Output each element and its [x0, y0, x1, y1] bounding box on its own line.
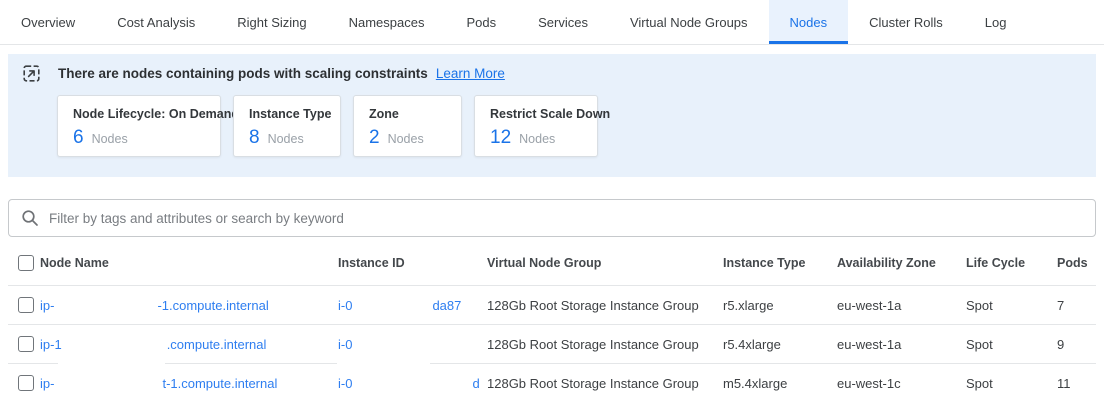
instance-id-link[interactable]: i-0: [338, 337, 352, 352]
table-row[interactable]: ip-1.compute.internal i-0 128Gb Root Sto…: [0, 325, 1104, 363]
instance-type-cell: m5.4xlarge: [723, 376, 837, 391]
column-header-life-cycle[interactable]: Life Cycle: [966, 256, 1057, 270]
select-all-checkbox[interactable]: [18, 255, 34, 271]
banner-message: There are nodes containing pods with sca…: [58, 66, 428, 81]
card-title: Node Lifecycle: On Demand: [73, 107, 205, 121]
tab-right-sizing[interactable]: Right Sizing: [216, 0, 327, 44]
pods-cell: 11: [1057, 376, 1104, 391]
row-checkbox[interactable]: [18, 336, 34, 352]
tab-pods[interactable]: Pods: [445, 0, 517, 44]
column-header-availability-zone[interactable]: Availability Zone: [837, 256, 966, 270]
row-checkbox[interactable]: [18, 297, 34, 313]
instance-id-link[interactable]: i-0da87: [338, 298, 461, 313]
life-cycle-cell: Spot: [966, 376, 1057, 391]
column-header-node-name[interactable]: Node Name: [40, 256, 338, 270]
learn-more-link[interactable]: Learn More: [436, 66, 505, 81]
scaling-constraint-icon: [23, 65, 40, 82]
card-count: 6: [73, 127, 84, 149]
card-title: Restrict Scale Down: [490, 107, 582, 121]
tab-nodes[interactable]: Nodes: [769, 0, 849, 44]
tab-virtual-node-groups[interactable]: Virtual Node Groups: [609, 0, 769, 44]
cluster-tab-bar: Overview Cost Analysis Right Sizing Name…: [0, 0, 1104, 45]
card-title: Zone: [369, 107, 446, 121]
availability-zone-cell: eu-west-1c: [837, 376, 966, 391]
column-header-instance-id[interactable]: Instance ID: [338, 256, 487, 270]
availability-zone-cell: eu-west-1a: [837, 298, 966, 313]
card-count: 2: [369, 127, 380, 149]
column-header-virtual-node-group[interactable]: Virtual Node Group: [487, 256, 723, 270]
availability-zone-cell: eu-west-1a: [837, 337, 966, 352]
constraint-cards: Node Lifecycle: On Demand 6 Nodes Instan…: [57, 95, 1096, 157]
node-name-link[interactable]: ip-1.compute.internal: [40, 337, 266, 352]
tab-cost-analysis[interactable]: Cost Analysis: [96, 0, 216, 44]
card-unit: Nodes: [388, 132, 424, 146]
nodes-table: Node Name Instance ID Virtual Node Group…: [0, 241, 1104, 402]
row-checkbox[interactable]: [18, 375, 34, 391]
filter-search-input[interactable]: [49, 211, 1083, 226]
instance-type-cell: r5.xlarge: [723, 298, 837, 313]
card-unit: Nodes: [92, 132, 128, 146]
life-cycle-cell: Spot: [966, 337, 1057, 352]
tab-namespaces[interactable]: Namespaces: [328, 0, 446, 44]
search-icon: [21, 209, 39, 227]
tab-cluster-rolls[interactable]: Cluster Rolls: [848, 0, 964, 44]
table-row[interactable]: ip--1.compute.internal i-0da87 128Gb Roo…: [0, 286, 1104, 324]
life-cycle-cell: Spot: [966, 298, 1057, 313]
table-row[interactable]: ip-t-1.compute.internal i-0d 128Gb Root …: [0, 364, 1104, 402]
table-header-row: Node Name Instance ID Virtual Node Group…: [0, 241, 1104, 285]
virtual-node-group-cell: 128Gb Root Storage Instance Group: [487, 298, 723, 313]
card-node-lifecycle[interactable]: Node Lifecycle: On Demand 6 Nodes: [57, 95, 221, 157]
pods-cell: 7: [1057, 298, 1104, 313]
filter-search-box[interactable]: [8, 199, 1096, 237]
virtual-node-group-cell: 128Gb Root Storage Instance Group: [487, 337, 723, 352]
column-header-instance-type[interactable]: Instance Type: [723, 256, 837, 270]
card-instance-type[interactable]: Instance Type 8 Nodes: [233, 95, 341, 157]
tab-overview[interactable]: Overview: [0, 0, 96, 44]
instance-id-link[interactable]: i-0d: [338, 376, 480, 391]
card-zone[interactable]: Zone 2 Nodes: [353, 95, 462, 157]
node-name-link[interactable]: ip-t-1.compute.internal: [40, 376, 277, 391]
card-count: 12: [490, 127, 511, 149]
card-count: 8: [249, 127, 260, 149]
scaling-constraints-banner: There are nodes containing pods with sca…: [8, 54, 1096, 177]
tab-log[interactable]: Log: [964, 0, 1028, 44]
instance-type-cell: r5.4xlarge: [723, 337, 837, 352]
table-divider: [8, 363, 1096, 364]
card-title: Instance Type: [249, 107, 325, 121]
card-unit: Nodes: [519, 132, 555, 146]
virtual-node-group-cell: 128Gb Root Storage Instance Group: [487, 376, 723, 391]
tab-services[interactable]: Services: [517, 0, 609, 44]
pods-cell: 9: [1057, 337, 1104, 352]
column-header-pods[interactable]: Pods: [1057, 256, 1104, 270]
card-unit: Nodes: [268, 132, 304, 146]
card-restrict-scale-down[interactable]: Restrict Scale Down 12 Nodes: [474, 95, 598, 157]
node-name-link[interactable]: ip--1.compute.internal: [40, 298, 269, 313]
